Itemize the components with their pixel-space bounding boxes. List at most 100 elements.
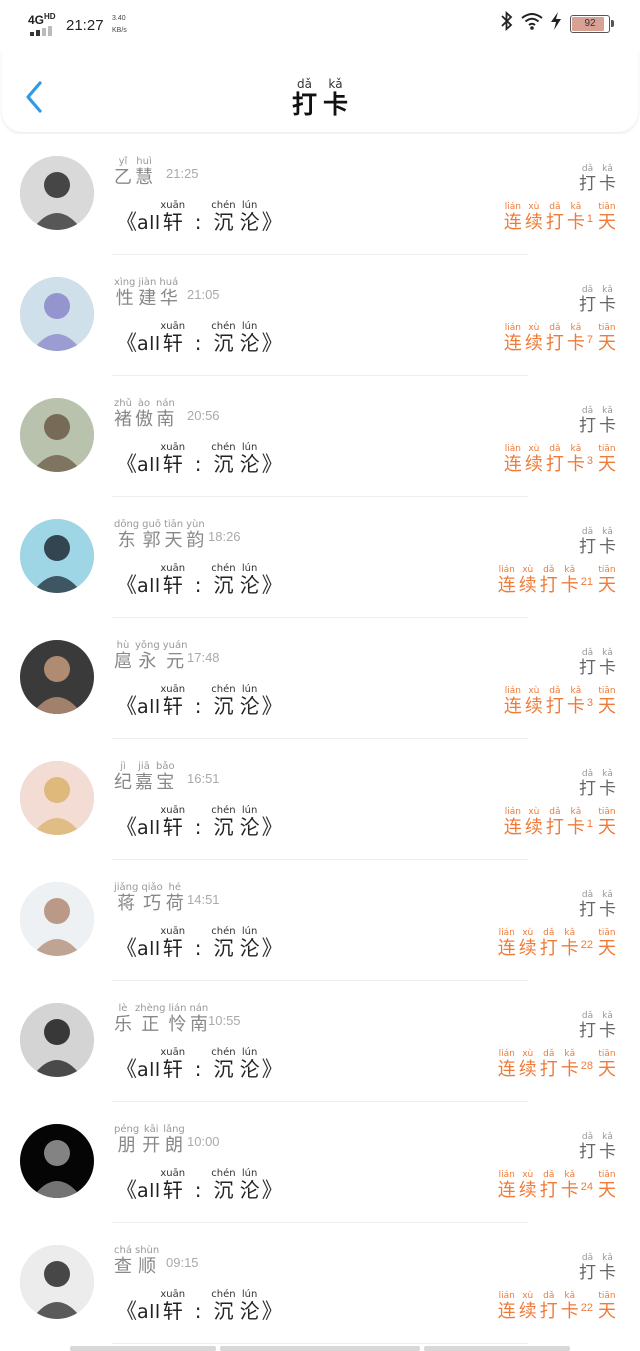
group-name: 《all轩xuān: 沉chén沦lún》 <box>116 200 283 234</box>
member-name: 褚zhǔ傲ào南nán <box>114 398 175 430</box>
member-name: 朋péng开kāi朗lǎng <box>114 1124 185 1156</box>
checkin-label: 打dǎ卡kǎ <box>579 164 616 194</box>
group-name: 《all轩xuān: 沉chén沦lún》 <box>116 1289 283 1323</box>
avatar-image <box>20 1124 94 1198</box>
avatar-image <box>20 1003 94 1077</box>
clock: 21:27 <box>66 17 104 34</box>
avatar-image <box>20 1245 94 1319</box>
checkin-record[interactable]: 性xìng建jiàn华huá 21:05 《all轩xuān: 沉chén沦lún… <box>0 255 640 376</box>
battery-level: 92 <box>584 18 596 29</box>
avatar-image <box>20 277 94 351</box>
checkin-label: 打dǎ卡kǎ <box>579 648 616 678</box>
checkin-label: 打dǎ卡kǎ <box>579 1132 616 1162</box>
avatar[interactable] <box>20 1245 94 1319</box>
avatar[interactable] <box>20 398 94 472</box>
network-type: 4GHD <box>28 12 56 27</box>
avatar[interactable] <box>20 519 94 593</box>
divider <box>112 1343 528 1344</box>
avatar[interactable] <box>20 761 94 835</box>
avatar[interactable] <box>20 277 94 351</box>
streak-days: 7 <box>586 334 593 346</box>
charging-icon <box>550 11 562 37</box>
group-name: 《all轩xuān: 沉chén沦lún》 <box>116 805 283 839</box>
signal-icon <box>30 26 56 36</box>
checkin-record[interactable]: 纪jì嘉jiā宝bǎo 16:51 《all轩xuān: 沉chén沦lún》 打… <box>0 739 640 860</box>
streak-days: 22 <box>580 1302 593 1314</box>
member-name: 查chá顺shùn <box>114 1245 160 1277</box>
streak-days: 3 <box>586 697 593 709</box>
avatar-image <box>20 882 94 956</box>
checkin-record[interactable]: 乐lè正zhèng怜lián南nán 10:55 《all轩xuān: 沉chén… <box>0 981 640 1102</box>
avatar[interactable] <box>20 1003 94 1077</box>
streak-label: 连lián续xù打dǎ卡kǎ3 天tiān <box>503 686 616 717</box>
checkin-label: 打dǎ卡kǎ <box>579 527 616 557</box>
streak-label: 连lián续xù打dǎ卡kǎ1 天tiān <box>503 202 616 233</box>
streak-label: 连lián续xù打dǎ卡kǎ21 天tiān <box>497 565 616 596</box>
avatar[interactable] <box>20 640 94 714</box>
group-name: 《all轩xuān: 沉chén沦lún》 <box>116 684 283 718</box>
streak-days: 24 <box>580 1181 593 1193</box>
checkin-label: 打dǎ卡kǎ <box>579 890 616 920</box>
group-name: 《all轩xuān: 沉chén沦lún》 <box>116 1047 283 1081</box>
checkin-time: 17:48 <box>187 650 220 665</box>
member-name: 性xìng建jiàn华huá <box>114 277 179 309</box>
avatar-image <box>20 398 94 472</box>
group-name: 《all轩xuān: 沉chén沦lún》 <box>116 321 283 355</box>
scroll-indicator <box>70 1346 570 1351</box>
checkin-list: 乙yǐ慧huì 21:25 《all轩xuān: 沉chén沦lún》 打dǎ卡k… <box>0 134 640 1344</box>
avatar[interactable] <box>20 1124 94 1198</box>
checkin-time: 10:55 <box>208 1013 241 1028</box>
wifi-icon <box>520 11 544 37</box>
checkin-time: 21:05 <box>187 287 220 302</box>
status-icons: 92 <box>500 10 614 37</box>
checkin-label: 打dǎ卡kǎ <box>579 285 616 315</box>
member-name: 纪jì嘉jiā宝bǎo <box>114 761 175 793</box>
checkin-time: 18:26 <box>208 529 241 544</box>
group-name: 《all轩xuān: 沉chén沦lún》 <box>116 442 283 476</box>
group-name: 《all轩xuān: 沉chén沦lún》 <box>116 1168 283 1202</box>
streak-label: 连lián续xù打dǎ卡kǎ28 天tiān <box>497 1049 616 1080</box>
streak-days: 1 <box>586 213 593 225</box>
streak-days: 28 <box>580 1060 593 1072</box>
checkin-record[interactable]: 褚zhǔ傲ào南nán 20:56 《all轩xuān: 沉chén沦lún》 打… <box>0 376 640 497</box>
checkin-time: 09:15 <box>166 1255 199 1270</box>
checkin-label: 打dǎ卡kǎ <box>579 1011 616 1041</box>
streak-label: 连lián续xù打dǎ卡kǎ7 天tiān <box>503 323 616 354</box>
member-name: 乐lè正zhèng怜lián南nán <box>114 1003 209 1035</box>
checkin-record[interactable]: 乙yǐ慧huì 21:25 《all轩xuān: 沉chén沦lún》 打dǎ卡k… <box>0 134 640 255</box>
checkin-record[interactable]: 蒋jiǎng巧qiǎo荷hé 14:51 《all轩xuān: 沉chén沦lún… <box>0 860 640 981</box>
checkin-record[interactable]: 朋péng开kāi朗lǎng 10:00 《all轩xuān: 沉chén沦lún… <box>0 1102 640 1223</box>
group-name: 《all轩xuān: 沉chén沦lún》 <box>116 563 283 597</box>
avatar[interactable] <box>20 882 94 956</box>
checkin-record[interactable]: 东dōng郭guō天tiān韵yùn 18:26 《all轩xuān: 沉chén… <box>0 497 640 618</box>
status-bar: 4GHD 21:27 3.40 KB/s 92 <box>0 0 640 50</box>
page-title: 打dǎ卡kǎ <box>291 77 349 119</box>
checkin-time: 14:51 <box>187 892 220 907</box>
checkin-time: 20:56 <box>187 408 220 423</box>
battery-icon: 92 <box>570 15 614 33</box>
avatar-image <box>20 519 94 593</box>
header: 打dǎ卡kǎ <box>2 50 638 132</box>
member-name: 扈hù永yǒng元yuán <box>114 640 188 672</box>
checkin-time: 10:00 <box>187 1134 220 1149</box>
streak-label: 连lián续xù打dǎ卡kǎ22 天tiān <box>497 928 616 959</box>
avatar[interactable] <box>20 156 94 230</box>
streak-label: 连lián续xù打dǎ卡kǎ3 天tiān <box>503 444 616 475</box>
network-speed: 3.40 KB/s <box>112 15 127 34</box>
streak-label: 连lián续xù打dǎ卡kǎ24 天tiān <box>497 1170 616 1201</box>
checkin-record[interactable]: 查chá顺shùn 09:15 《all轩xuān: 沉chén沦lún》 打dǎ… <box>0 1223 640 1344</box>
streak-label: 连lián续xù打dǎ卡kǎ22 天tiān <box>497 1291 616 1322</box>
group-name: 《all轩xuān: 沉chén沦lún》 <box>116 926 283 960</box>
checkin-time: 21:25 <box>166 166 199 181</box>
checkin-label: 打dǎ卡kǎ <box>579 406 616 436</box>
avatar-image <box>20 761 94 835</box>
bluetooth-icon <box>500 10 514 37</box>
streak-days: 3 <box>586 455 593 467</box>
checkin-record[interactable]: 扈hù永yǒng元yuán 17:48 《all轩xuān: 沉chén沦lún》… <box>0 618 640 739</box>
checkin-label: 打dǎ卡kǎ <box>579 769 616 799</box>
streak-label: 连lián续xù打dǎ卡kǎ1 天tiān <box>503 807 616 838</box>
streak-days: 22 <box>580 939 593 951</box>
avatar-image <box>20 640 94 714</box>
member-name: 东dōng郭guō天tiān韵yùn <box>114 519 205 551</box>
member-name: 蒋jiǎng巧qiǎo荷hé <box>114 882 184 914</box>
